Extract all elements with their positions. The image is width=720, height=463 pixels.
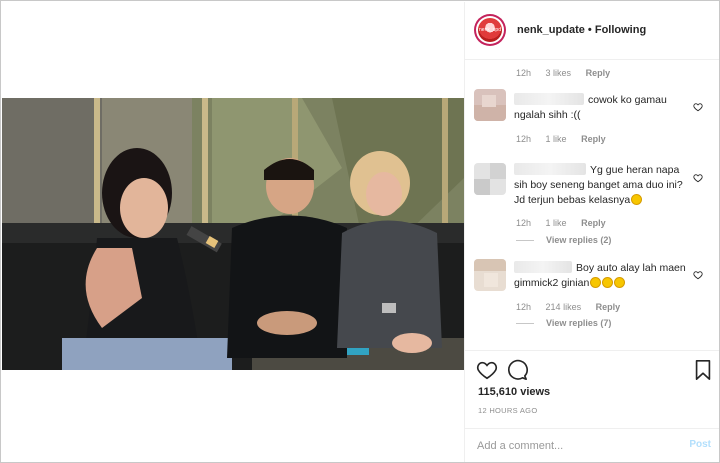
heart-icon[interactable]: [693, 102, 703, 112]
view-replies-label: View replies (2): [546, 235, 612, 245]
blurred-avatar: [474, 163, 506, 195]
blurred-username[interactable]: [514, 261, 572, 273]
comment-likes[interactable]: 3 likes: [546, 68, 572, 78]
post-sidebar: nenk_upd nenk_update • Following 12h 3 l…: [464, 2, 719, 462]
heart-icon[interactable]: [693, 173, 703, 183]
video-frame: [2, 98, 464, 370]
post-timestamp[interactable]: 12 HOURS AGO: [478, 406, 537, 415]
divider-line: [516, 323, 534, 325]
comment-text: cowok ko gamau ngalah sihh :((: [514, 93, 692, 123]
comment-text: Boy auto alay lah maen gimmick2 ginian: [514, 261, 692, 291]
comment-likes[interactable]: 214 likes: [546, 302, 582, 312]
reply-button[interactable]: Reply: [581, 134, 606, 144]
media-area: [2, 2, 464, 462]
comment-input[interactable]: [477, 438, 667, 454]
comment-likes[interactable]: 1 like: [546, 218, 567, 228]
post-button[interactable]: Post: [689, 439, 711, 450]
comment-icon[interactable]: [506, 359, 528, 381]
post-window: nenk_upd nenk_update • Following 12h 3 l…: [0, 0, 720, 463]
comment-meta: 12h 3 likes Reply: [516, 68, 622, 78]
comment-avatar[interactable]: [474, 89, 506, 121]
comment-list[interactable]: 12h 3 likes Reply cowok ko gamau ngalah …: [465, 60, 719, 350]
following-button[interactable]: Following: [595, 24, 646, 36]
comment-time: 12h: [516, 302, 532, 312]
emoji-icon: [631, 194, 643, 205]
comment-composer: Post: [465, 428, 719, 462]
action-bar: 115,610 views 12 HOURS AGO: [465, 350, 719, 428]
bookmark-icon[interactable]: [692, 359, 714, 381]
blurred-avatar: [474, 89, 506, 121]
blurred-avatar: [474, 259, 506, 291]
emoji-icon: [614, 277, 626, 288]
view-count[interactable]: 115,610 views: [478, 386, 550, 398]
avatar[interactable]: nenk_upd: [474, 14, 506, 46]
comment-time: 12h: [516, 218, 532, 228]
comment-likes[interactable]: 1 like: [546, 134, 567, 144]
reply-button[interactable]: Reply: [581, 218, 606, 228]
heart-icon[interactable]: [693, 270, 703, 280]
view-replies-button[interactable]: View replies (2): [516, 235, 611, 245]
emoji-icon: [590, 277, 602, 288]
username-link[interactable]: nenk_update: [517, 24, 585, 36]
view-replies-button[interactable]: View replies (7): [516, 318, 611, 328]
comment-text: Yg gue heran napa sih boy seneng banget …: [514, 163, 692, 208]
reply-button[interactable]: Reply: [596, 302, 621, 312]
divider-line: [516, 240, 534, 242]
comment-meta: 12h 1 like Reply: [516, 134, 618, 144]
comment-time: 12h: [516, 134, 532, 144]
separator-dot: •: [587, 24, 592, 36]
comment-meta: 12h 1 like Reply: [516, 218, 618, 228]
comment-meta: 12h 214 likes Reply: [516, 302, 632, 312]
view-replies-label: View replies (7): [546, 318, 612, 328]
comment-avatar[interactable]: [474, 163, 506, 195]
video-player[interactable]: [2, 98, 464, 370]
post-header: nenk_upd nenk_update • Following: [465, 2, 719, 60]
comment-avatar[interactable]: [474, 259, 506, 291]
emoji-icon: [602, 277, 614, 288]
avatar-image: nenk_upd: [478, 18, 502, 42]
blurred-username[interactable]: [514, 163, 586, 175]
reply-button[interactable]: Reply: [586, 68, 611, 78]
blurred-username[interactable]: [514, 93, 584, 105]
header-text: nenk_update • Following: [517, 24, 646, 36]
avatar-border: nenk_upd: [476, 16, 504, 44]
comment-time: 12h: [516, 68, 532, 78]
heart-icon[interactable]: [476, 359, 498, 381]
